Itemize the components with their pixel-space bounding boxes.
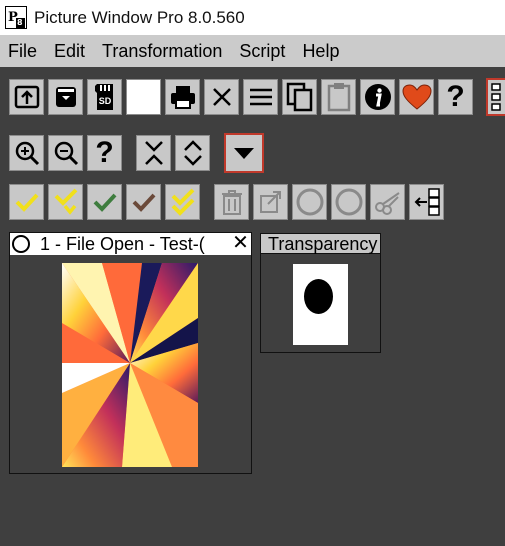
mask-shape [304, 279, 333, 314]
copy-icon [286, 82, 312, 112]
check-yellow-down-icon [54, 188, 77, 215]
transparency-header[interactable]: Transparency [261, 234, 380, 254]
check-green-icon [93, 193, 116, 212]
document-window-header[interactable]: 1 - File Open - Test-( ✕ [10, 233, 251, 255]
heart-button[interactable] [399, 79, 434, 115]
scissors-icon [374, 192, 400, 215]
circle-button-2[interactable] [331, 184, 366, 220]
export-button[interactable] [253, 184, 288, 220]
sd-card-icon: SD [94, 84, 113, 110]
close-button[interactable] [204, 79, 239, 115]
check-green-button[interactable] [87, 184, 122, 220]
double-check-icon [171, 188, 194, 216]
select-radio-icon[interactable] [12, 235, 30, 253]
print-button[interactable] [165, 79, 200, 115]
document-title: 1 - File Open - Test-( [40, 234, 205, 254]
title-bar: P 8 Picture Window Pro 8.0.560 [0, 0, 505, 35]
export-icon [259, 191, 281, 213]
menu-help[interactable]: Help [294, 35, 348, 67]
save-button[interactable] [48, 79, 83, 115]
menu-button[interactable] [243, 79, 278, 115]
logo-version: 8 [16, 18, 25, 28]
dropdown-icon [234, 148, 254, 159]
help-button-2[interactable]: ? [87, 135, 122, 171]
insert-left-button[interactable] [409, 184, 444, 220]
circle-button-1[interactable] [292, 184, 327, 220]
sd-card-button[interactable]: SD [87, 79, 122, 115]
window-title: Picture Window Pro 8.0.560 [34, 8, 245, 27]
paste-button[interactable] [321, 79, 356, 115]
trash-button[interactable] [214, 184, 249, 220]
paste-icon [327, 83, 350, 112]
transparency-title: Transparency [268, 234, 378, 254]
zoom-in-icon [15, 141, 39, 166]
menu-file[interactable]: File [0, 35, 46, 67]
document-close-icon[interactable]: ✕ [230, 233, 251, 255]
print-icon [170, 86, 195, 109]
collapse-button[interactable] [136, 135, 171, 171]
expand-icon [183, 140, 202, 166]
help-icon: ? [95, 136, 114, 169]
zoom-in-button[interactable] [9, 135, 44, 171]
menu-icon [249, 88, 272, 106]
menu-script[interactable]: Script [231, 35, 294, 67]
zoom-out-button[interactable] [48, 135, 83, 171]
dropdown-button[interactable] [224, 133, 264, 173]
check-yellow-button[interactable] [9, 184, 44, 220]
heart-icon [401, 84, 432, 110]
double-check-button[interactable] [165, 184, 200, 220]
check-brown-icon [132, 193, 155, 212]
menu-transformation[interactable]: Transformation [94, 35, 231, 67]
transparency-window[interactable]: Transparency [260, 233, 381, 353]
open-button[interactable] [9, 79, 44, 115]
circle-icon [335, 188, 362, 216]
open-icon [14, 85, 39, 109]
check-yellow-down-button[interactable] [48, 184, 83, 220]
help-button[interactable]: ? [438, 79, 473, 115]
check-brown-button[interactable] [126, 184, 161, 220]
transparency-mask[interactable] [293, 264, 348, 345]
copy-button[interactable] [282, 79, 317, 115]
collapse-icon [144, 141, 163, 165]
app-logo-icon: P 8 [5, 6, 27, 29]
image-canvas[interactable] [62, 263, 198, 467]
zoom-out-icon [54, 141, 78, 166]
scissors-button[interactable] [370, 184, 405, 220]
help-icon: ? [446, 80, 465, 113]
insert-left-icon [414, 188, 440, 216]
panel-toggle-icon [491, 83, 501, 111]
blank-button[interactable] [126, 79, 161, 115]
circle-icon [296, 188, 323, 216]
sd-label: SD [98, 96, 111, 106]
save-icon [55, 87, 76, 107]
check-yellow-icon [15, 193, 38, 212]
expand-button[interactable] [175, 135, 210, 171]
menu-bar: File Edit Transformation Script Help [0, 35, 505, 67]
document-window[interactable]: 1 - File Open - Test-( ✕ [9, 232, 252, 474]
menu-edit[interactable]: Edit [46, 35, 94, 67]
trash-icon [221, 190, 242, 215]
info-button[interactable] [360, 79, 395, 115]
close-icon [212, 88, 231, 106]
panel-toggle-button[interactable] [486, 78, 505, 116]
info-icon [364, 84, 391, 110]
